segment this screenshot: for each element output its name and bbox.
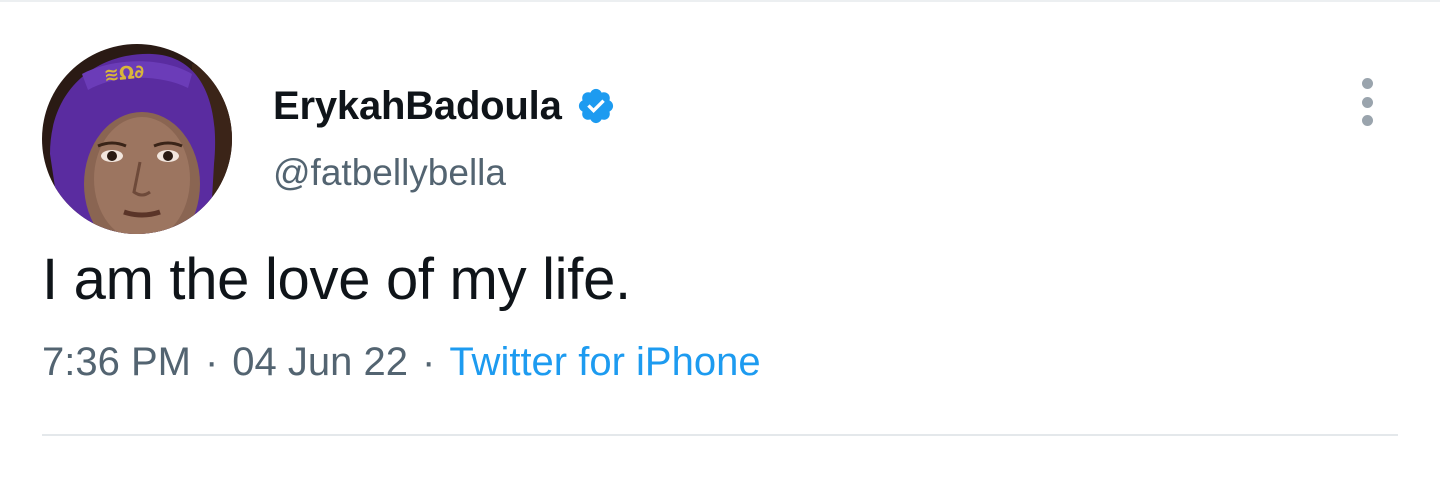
tweet-metadata: 7:36 PM · 04 Jun 22 · Twitter for iPhone <box>42 340 761 385</box>
divider <box>42 434 1398 436</box>
tweet-time[interactable]: 7:36 PM <box>42 340 191 385</box>
tweet-source-link[interactable]: Twitter for iPhone <box>449 340 760 385</box>
author-avatar[interactable]: ≋Ω∂ <box>42 44 232 234</box>
more-dot <box>1361 96 1373 108</box>
metadata-separator: · <box>422 340 436 384</box>
tweet-date[interactable]: 04 Jun 22 <box>232 340 408 385</box>
verified-badge-icon <box>576 86 616 126</box>
more-dot <box>1361 115 1373 126</box>
svg-text:≋Ω∂: ≋Ω∂ <box>103 61 145 86</box>
more-options-icon[interactable] <box>1352 74 1382 130</box>
more-dot <box>1361 78 1373 89</box>
tweet-card: ≋Ω∂ ErykahBadoula @fatbellybella I am th… <box>0 0 1440 480</box>
tweet-text: I am the love of my life. <box>42 247 631 312</box>
author-handle[interactable]: @fatbellybella <box>273 152 506 194</box>
author-name-row: ErykahBadoula <box>273 82 616 130</box>
author-display-name[interactable]: ErykahBadoula <box>273 84 562 129</box>
metadata-separator: · <box>204 340 219 384</box>
avatar-image: ≋Ω∂ <box>42 44 232 234</box>
